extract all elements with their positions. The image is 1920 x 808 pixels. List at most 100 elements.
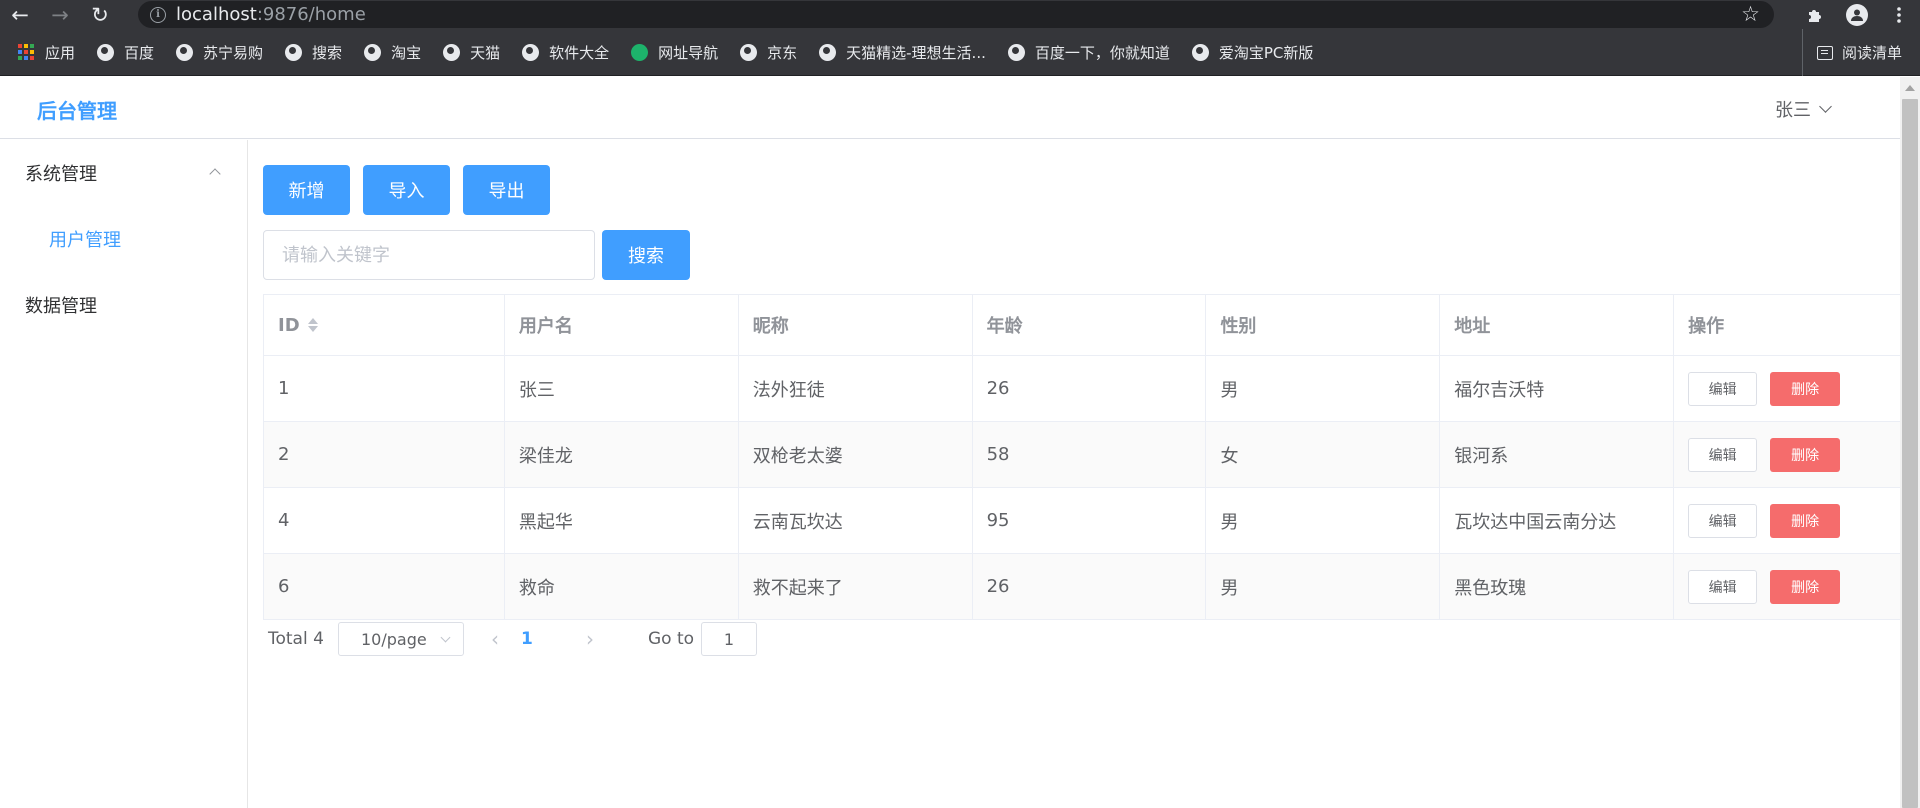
- bookmark-label: 搜索: [312, 43, 343, 62]
- cell-gender: 男: [1206, 356, 1441, 421]
- globe-icon: [740, 43, 758, 61]
- page-size-select[interactable]: 10/page: [338, 622, 464, 656]
- scroll-thumb[interactable]: [1902, 99, 1918, 808]
- url-host: localhost: [176, 4, 257, 25]
- column-header-nickname: 昵称: [739, 295, 973, 355]
- globe-icon: [176, 43, 194, 61]
- search-input[interactable]: [263, 230, 595, 280]
- url-path: :9876/home: [256, 4, 366, 25]
- bookmark-item[interactable]: 百度一下，你就知道: [1007, 42, 1170, 63]
- bookmark-star-icon[interactable]: ☆: [1741, 2, 1760, 26]
- cell-nickname: 双枪老太婆: [739, 422, 973, 487]
- page-size-value: 10/page: [361, 629, 427, 649]
- bookmark-label: 应用: [45, 43, 76, 62]
- cell-id: 6: [264, 554, 505, 619]
- cell-username: 张三: [505, 356, 739, 421]
- bookmark-label: 软件大全: [549, 43, 610, 62]
- prev-page-icon[interactable]: ‹: [491, 622, 499, 656]
- url-text: localhost:9876/home: [176, 4, 366, 25]
- edit-button[interactable]: 编辑: [1688, 437, 1758, 472]
- reload-icon[interactable]: ↻: [80, 0, 120, 29]
- cell-age: 58: [973, 422, 1207, 487]
- bookmark-item[interactable]: 天猫精选-理想生活...: [819, 42, 986, 63]
- cell-address: 福尔吉沃特: [1440, 356, 1675, 421]
- add-button[interactable]: 新增: [263, 165, 350, 215]
- globe-icon: [285, 43, 303, 61]
- column-header-label: ID: [278, 314, 300, 336]
- bookmark-item[interactable]: 京东: [740, 42, 797, 63]
- bookmark-item[interactable]: 淘宝: [364, 42, 421, 63]
- delete-button[interactable]: 删除: [1770, 569, 1841, 604]
- delete-button[interactable]: 删除: [1770, 437, 1841, 472]
- edit-button[interactable]: 编辑: [1688, 503, 1758, 538]
- cell-address: 银河系: [1440, 422, 1675, 487]
- reading-list-label: 阅读清单: [1841, 44, 1902, 62]
- apps-grid-icon: [18, 43, 35, 61]
- pagination-total: Total 4: [268, 629, 324, 649]
- cell-username: 梁佳龙: [505, 422, 739, 487]
- chevron-down-icon: [1819, 100, 1832, 113]
- export-button[interactable]: 导出: [463, 165, 550, 215]
- bookmark-label: 苏宁易购: [203, 43, 264, 62]
- globe-icon: [819, 43, 837, 61]
- delete-button[interactable]: 删除: [1770, 503, 1841, 538]
- cell-age: 26: [973, 356, 1207, 421]
- site-info-icon[interactable]: i: [150, 6, 166, 23]
- delete-button[interactable]: 删除: [1770, 371, 1841, 406]
- reading-list-button[interactable]: 阅读清单: [1801, 29, 1902, 76]
- goto-page-input[interactable]: [701, 622, 757, 656]
- bookmark-item[interactable]: 应用: [18, 42, 75, 63]
- back-arrow-icon[interactable]: ←: [0, 0, 40, 29]
- cell-age: 95: [973, 488, 1207, 553]
- cell-address: 瓦坎达中国云南分达: [1440, 488, 1675, 553]
- import-button[interactable]: 导入: [363, 165, 450, 215]
- bookmark-item[interactable]: 苏宁易购: [176, 42, 263, 63]
- cell-actions: 编辑 删除: [1674, 554, 1900, 619]
- user-dropdown[interactable]: 张三: [1775, 96, 1832, 122]
- user-name: 张三: [1775, 100, 1811, 121]
- bookmark-item[interactable]: 软件大全: [522, 42, 609, 63]
- sort-caret-icon[interactable]: [307, 318, 318, 332]
- forward-arrow-icon[interactable]: →: [40, 0, 80, 29]
- cell-age: 26: [973, 554, 1207, 619]
- bookmark-item[interactable]: 爱淘宝PC新版: [1191, 42, 1314, 63]
- globe-icon: [443, 43, 461, 61]
- globe-icon: [97, 43, 115, 61]
- extensions-puzzle-icon[interactable]: [1794, 0, 1836, 29]
- sidebar-item-label: 用户管理: [49, 230, 121, 251]
- globe-icon: [364, 43, 382, 61]
- sidebar-group-system[interactable]: 系统管理: [0, 140, 247, 206]
- sidebar-group-data[interactable]: 数据管理: [0, 272, 247, 338]
- column-header-id[interactable]: ID: [264, 295, 505, 355]
- column-header-age: 年龄: [973, 295, 1207, 355]
- cell-gender: 女: [1206, 422, 1441, 487]
- bookmark-item[interactable]: 百度: [97, 42, 154, 63]
- bookmark-item[interactable]: 网址导航: [631, 42, 718, 63]
- profile-avatar-icon[interactable]: [1836, 0, 1878, 29]
- bookmark-item[interactable]: 搜索: [285, 42, 342, 63]
- search-button[interactable]: 搜索: [602, 230, 690, 280]
- cell-actions: 编辑 删除: [1674, 422, 1900, 487]
- admin-app: 后台管理 张三 系统管理 用户管理 数据管理 新增 导入 导出 搜索 ID: [0, 77, 1900, 808]
- edit-button[interactable]: 编辑: [1688, 371, 1758, 406]
- scroll-up-arrow-icon[interactable]: [1905, 85, 1915, 91]
- address-bar[interactable]: i localhost:9876/home ☆: [138, 1, 1774, 28]
- table-row: 6 救命 救不起来了 26 男黑色玫瑰 编辑 删除: [264, 554, 1900, 620]
- table-row: 4 黑起华 云南瓦坎达 95 男瓦坎达中国云南分达 编辑 删除: [264, 488, 1900, 554]
- cell-username: 黑起华: [505, 488, 739, 553]
- brand-title[interactable]: 后台管理: [37, 95, 117, 124]
- bookmark-label: 爱淘宝PC新版: [1218, 43, 1314, 62]
- bookmarks-bar: 应用 百度 苏宁易购 搜索 淘宝 天猫 软件大全 网址导航 京东 天猫精选-理想生活... 百度一下…: [0, 29, 1920, 76]
- page-number-current[interactable]: 1: [521, 622, 533, 656]
- edit-button[interactable]: 编辑: [1688, 569, 1758, 604]
- main-content: 新增 导入 导出 搜索 ID 用户名 昵称 年龄 性别 地址 操作 1张三法外狂…: [248, 140, 1900, 808]
- page-scrollbar[interactable]: [1900, 77, 1920, 808]
- bookmark-label: 淘宝: [391, 43, 422, 62]
- cell-username: 救命: [505, 554, 739, 619]
- sidebar-item-users[interactable]: 用户管理: [0, 206, 247, 272]
- browser-menu-icon[interactable]: [1878, 0, 1920, 29]
- bookmark-item[interactable]: 天猫: [443, 42, 500, 63]
- bookmark-label: 百度: [124, 43, 155, 62]
- next-page-icon[interactable]: ›: [586, 622, 594, 656]
- table-row: 2 梁佳龙 双枪老太婆 58 女银河系 编辑 删除: [264, 422, 1900, 488]
